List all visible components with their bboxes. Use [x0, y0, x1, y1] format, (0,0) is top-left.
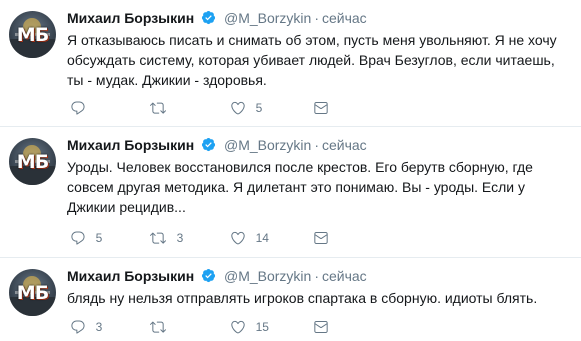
retweet-icon [150, 102, 166, 114]
author-handle[interactable]: @M_Borzykin [224, 137, 311, 153]
retweet-count: 3 [176, 230, 184, 245]
tweet[interactable]: МБ Михаил Борзыкин @M_Borzykin · сейчас бл… [0, 258, 581, 341]
tweet-actions: 5 3 14 [67, 227, 367, 247]
heart-icon [231, 101, 245, 114]
like-count: 5 [255, 100, 263, 115]
reply-icon [71, 231, 85, 245]
like-count: 14 [255, 230, 269, 245]
retweet-icon [150, 232, 166, 244]
tweet-feed: МБ Михаил Борзыкин @M_Borzykin · сейчас Я … [0, 0, 581, 341]
tweet-text: Уроды. Человек восстановился после крест… [67, 159, 537, 215]
avatar[interactable]: МБ [9, 138, 56, 185]
tweet-content: Михаил Борзыкин @M_Borzykin · сейчас Уроды… [67, 135, 573, 217]
like-button[interactable]: 5 [230, 97, 262, 117]
direct-message-button[interactable] [313, 316, 329, 336]
tweet-header: Михаил Борзыкин @M_Borzykin · сейчас [67, 266, 573, 286]
envelope-icon [314, 101, 328, 114]
reply-button[interactable] [70, 97, 96, 117]
author-name[interactable]: Михаил Борзыкин [67, 10, 194, 26]
author-name[interactable]: Михаил Борзыкин [67, 268, 194, 284]
tweet-actions: 3 15 [67, 316, 367, 336]
verified-badge-icon [202, 268, 216, 283]
tweet-header: Михаил Борзыкин @M_Borzykin · сейчас [67, 135, 573, 155]
tweet-actions: 5 [67, 97, 367, 117]
tweet-timestamp[interactable]: сейчас [322, 137, 367, 153]
tweet-text: Я отказываюсь писать и снимать об этом, … [67, 32, 561, 88]
avatar-logo: МБ [16, 282, 49, 304]
tweet-content: Михаил Борзыкин @M_Borzykin · сейчас Я отк… [67, 8, 573, 90]
verified-badge-icon [202, 137, 216, 152]
tweet-text: блядь ну нельзя отправлять игроков спарт… [67, 290, 538, 306]
separator-dot: · [314, 268, 319, 284]
envelope-icon [314, 320, 328, 333]
heart-icon [231, 320, 245, 333]
retweet-button[interactable] [149, 316, 177, 336]
reply-count: 3 [95, 319, 103, 334]
avatar[interactable]: МБ [9, 269, 56, 316]
verified-badge-icon [202, 10, 216, 25]
tweet[interactable]: МБ Михаил Борзыкин @M_Borzykin · сейчас Ур… [0, 127, 581, 258]
avatar[interactable]: МБ [9, 11, 56, 58]
avatar-logo: МБ [16, 24, 49, 46]
tweet-header: Михаил Борзыкин @M_Borzykin · сейчас [67, 8, 573, 28]
separator-dot: · [314, 10, 319, 26]
avatar-logo: МБ [16, 151, 49, 173]
retweet-icon [150, 321, 166, 333]
author-handle[interactable]: @M_Borzykin [224, 10, 311, 26]
reply-icon [71, 101, 85, 115]
tweet-content: Михаил Борзыкин @M_Borzykin · сейчас блядь… [67, 266, 573, 308]
heart-icon [231, 231, 245, 244]
tweet-timestamp[interactable]: сейчас [322, 10, 367, 26]
envelope-icon [314, 231, 328, 244]
like-count: 15 [255, 319, 269, 334]
reply-count: 5 [95, 230, 103, 245]
like-button[interactable]: 15 [230, 316, 269, 336]
reply-button[interactable]: 5 [70, 227, 102, 247]
retweet-button[interactable] [149, 97, 177, 117]
direct-message-button[interactable] [313, 227, 329, 247]
like-button[interactable]: 14 [230, 227, 269, 247]
author-name[interactable]: Михаил Борзыкин [67, 137, 194, 153]
retweet-button[interactable]: 3 [149, 227, 183, 247]
author-handle[interactable]: @M_Borzykin [224, 268, 311, 284]
tweet-timestamp[interactable]: сейчас [322, 268, 367, 284]
tweet[interactable]: МБ Михаил Борзыкин @M_Borzykin · сейчас Я … [0, 0, 581, 127]
reply-button[interactable]: 3 [70, 316, 102, 336]
reply-icon [71, 320, 85, 334]
separator-dot: · [314, 137, 319, 153]
direct-message-button[interactable] [313, 97, 329, 117]
